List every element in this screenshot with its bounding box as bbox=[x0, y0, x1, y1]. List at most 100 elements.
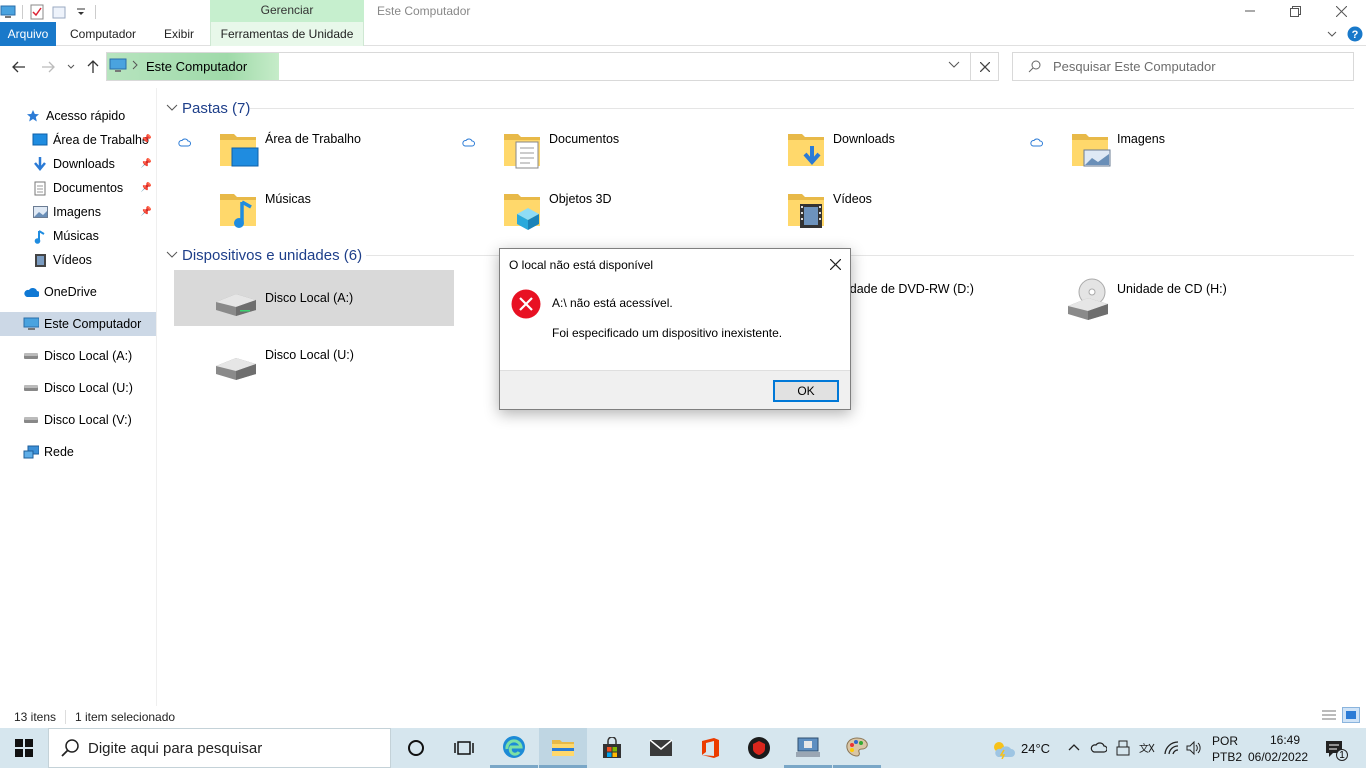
properties-icon[interactable] bbox=[29, 4, 45, 20]
cloud-sync-icon bbox=[462, 138, 475, 147]
nav-item-documents[interactable]: Documentos 📌 bbox=[0, 176, 156, 200]
folder-label: Downloads bbox=[833, 132, 895, 146]
computer-icon[interactable] bbox=[0, 4, 16, 20]
pin-icon[interactable]: 📌 bbox=[141, 158, 152, 169]
help-icon[interactable]: ? bbox=[1347, 26, 1363, 42]
folder-label: Vídeos bbox=[833, 192, 872, 206]
folders-group-header[interactable]: Pastas (7) bbox=[166, 98, 250, 118]
pin-icon[interactable]: 📌 bbox=[141, 134, 152, 145]
devices-group-header[interactable]: Dispositivos e unidades (6) bbox=[166, 245, 362, 265]
error-dialog: O local não está disponível A:\ não está… bbox=[499, 248, 851, 410]
close-window-button[interactable] bbox=[1318, 0, 1364, 22]
tab-computador[interactable]: Computador bbox=[62, 22, 144, 46]
stop-button[interactable] bbox=[970, 52, 999, 81]
cortana-button[interactable] bbox=[392, 728, 440, 768]
nav-network[interactable]: Rede bbox=[0, 440, 156, 464]
store-app[interactable] bbox=[588, 728, 636, 768]
edge-app[interactable] bbox=[490, 728, 538, 768]
nav-item-pictures[interactable]: Imagens 📌 bbox=[0, 200, 156, 224]
folder-3d-objects[interactable]: Objetos 3D bbox=[458, 182, 738, 238]
tab-exibir[interactable]: Exibir bbox=[156, 22, 202, 46]
folder-downloads[interactable]: Downloads bbox=[742, 122, 1022, 178]
nav-onedrive[interactable]: OneDrive bbox=[0, 280, 156, 304]
nav-drive-a[interactable]: Disco Local (A:) bbox=[0, 344, 156, 368]
computer-icon bbox=[109, 58, 127, 73]
tab-arquivo[interactable]: Arquivo bbox=[0, 22, 56, 46]
large-icons-view-icon[interactable] bbox=[1342, 707, 1360, 723]
show-hidden-icons-icon[interactable] bbox=[1068, 742, 1080, 752]
nav-quick-access[interactable]: Acesso rápido bbox=[0, 104, 156, 128]
tab-ferramentas-de-unidade[interactable]: Ferramentas de Unidade bbox=[210, 22, 364, 46]
nav-drive-u[interactable]: Disco Local (U:) bbox=[0, 376, 156, 400]
keyboard-layout-indicator[interactable]: PTB2 bbox=[1212, 750, 1242, 764]
volume-icon[interactable] bbox=[1186, 741, 1202, 755]
weather-temperature[interactable]: 24°C bbox=[1021, 741, 1050, 756]
breadcrumb-chevron-icon[interactable] bbox=[131, 60, 139, 70]
taskbar-search-placeholder: Digite aqui para pesquisar bbox=[88, 740, 263, 757]
video-icon bbox=[32, 252, 48, 268]
device-label: idade de DVD-RW (D:) bbox=[847, 282, 974, 296]
new-folder-icon[interactable] bbox=[51, 4, 67, 20]
dialog-close-button[interactable] bbox=[825, 255, 845, 273]
device-label: Disco Local (A:) bbox=[265, 291, 354, 305]
document-icon bbox=[32, 180, 48, 196]
details-view-icon[interactable] bbox=[1321, 709, 1337, 722]
device-cd-drive[interactable]: Unidade de CD (H:) bbox=[1026, 270, 1306, 326]
windows-icon bbox=[15, 739, 33, 757]
task-view-button[interactable] bbox=[440, 728, 488, 768]
wifi-icon[interactable] bbox=[1164, 741, 1180, 755]
restore-button[interactable] bbox=[1272, 0, 1318, 22]
onedrive-tray-icon[interactable] bbox=[1090, 741, 1107, 753]
input-method-icon[interactable]: 文 bbox=[1138, 740, 1156, 756]
ribbon-expand-icon[interactable] bbox=[1326, 28, 1338, 40]
folder-documents[interactable]: Documentos bbox=[458, 122, 738, 178]
device-drive-a[interactable]: Disco Local (A:) bbox=[174, 270, 454, 326]
weather-icon[interactable] bbox=[990, 739, 1016, 759]
folder-videos[interactable]: Vídeos bbox=[742, 182, 1022, 238]
customize-toolbar-icon[interactable] bbox=[73, 4, 89, 20]
up-button[interactable] bbox=[82, 56, 104, 78]
security-app[interactable] bbox=[735, 728, 783, 768]
installer-app[interactable] bbox=[784, 728, 832, 768]
group-divider bbox=[250, 108, 1354, 109]
mail-app[interactable] bbox=[637, 728, 685, 768]
ok-button[interactable]: OK bbox=[773, 380, 839, 402]
start-button[interactable] bbox=[0, 728, 48, 768]
folder-label: Área de Trabalho bbox=[265, 132, 361, 146]
address-dropdown-icon[interactable] bbox=[948, 61, 960, 69]
folder-label: Documentos bbox=[549, 132, 620, 146]
desktop-icon bbox=[32, 132, 48, 148]
office-app[interactable] bbox=[686, 728, 734, 768]
nav-item-desktop[interactable]: Área de Trabalho 📌 bbox=[0, 128, 156, 152]
folder-label: Imagens bbox=[1117, 132, 1165, 146]
usb-device-icon[interactable] bbox=[1116, 740, 1130, 756]
pin-icon[interactable]: 📌 bbox=[141, 206, 152, 217]
recent-locations-button[interactable] bbox=[61, 56, 81, 78]
clock-date[interactable]: 06/02/2022 bbox=[1248, 750, 1308, 764]
folder-music[interactable]: Músicas bbox=[174, 182, 454, 238]
status-selection: 1 item selecionado bbox=[75, 710, 176, 724]
file-explorer-app[interactable] bbox=[539, 728, 587, 768]
folder-pictures[interactable]: Imagens bbox=[1026, 122, 1306, 178]
language-indicator[interactable]: POR bbox=[1212, 734, 1238, 748]
forward-button[interactable] bbox=[37, 56, 59, 78]
clock-time[interactable]: 16:49 bbox=[1263, 733, 1307, 747]
shield-icon bbox=[748, 737, 770, 759]
nav-label: Downloads bbox=[53, 157, 115, 171]
device-drive-u[interactable]: Disco Local (U:) bbox=[174, 326, 454, 382]
nav-this-pc[interactable]: Este Computador bbox=[0, 312, 156, 336]
minimize-button[interactable] bbox=[1227, 0, 1273, 22]
nav-item-music[interactable]: Músicas bbox=[0, 224, 156, 248]
nav-drive-v[interactable]: Disco Local (V:) bbox=[0, 408, 156, 432]
back-button[interactable] bbox=[8, 56, 30, 78]
paint-app[interactable] bbox=[833, 728, 881, 768]
nav-item-videos[interactable]: Vídeos bbox=[0, 248, 156, 272]
breadcrumb[interactable]: Este Computador bbox=[146, 59, 247, 74]
drive-icon bbox=[23, 348, 39, 364]
pin-icon[interactable]: 📌 bbox=[141, 182, 152, 193]
folder-label: Objetos 3D bbox=[549, 192, 612, 206]
nav-item-downloads[interactable]: Downloads 📌 bbox=[0, 152, 156, 176]
nav-label: Este Computador bbox=[44, 317, 142, 331]
folder-desktop[interactable]: Área de Trabalho bbox=[174, 122, 454, 178]
3d-objects-folder-icon bbox=[502, 186, 546, 230]
